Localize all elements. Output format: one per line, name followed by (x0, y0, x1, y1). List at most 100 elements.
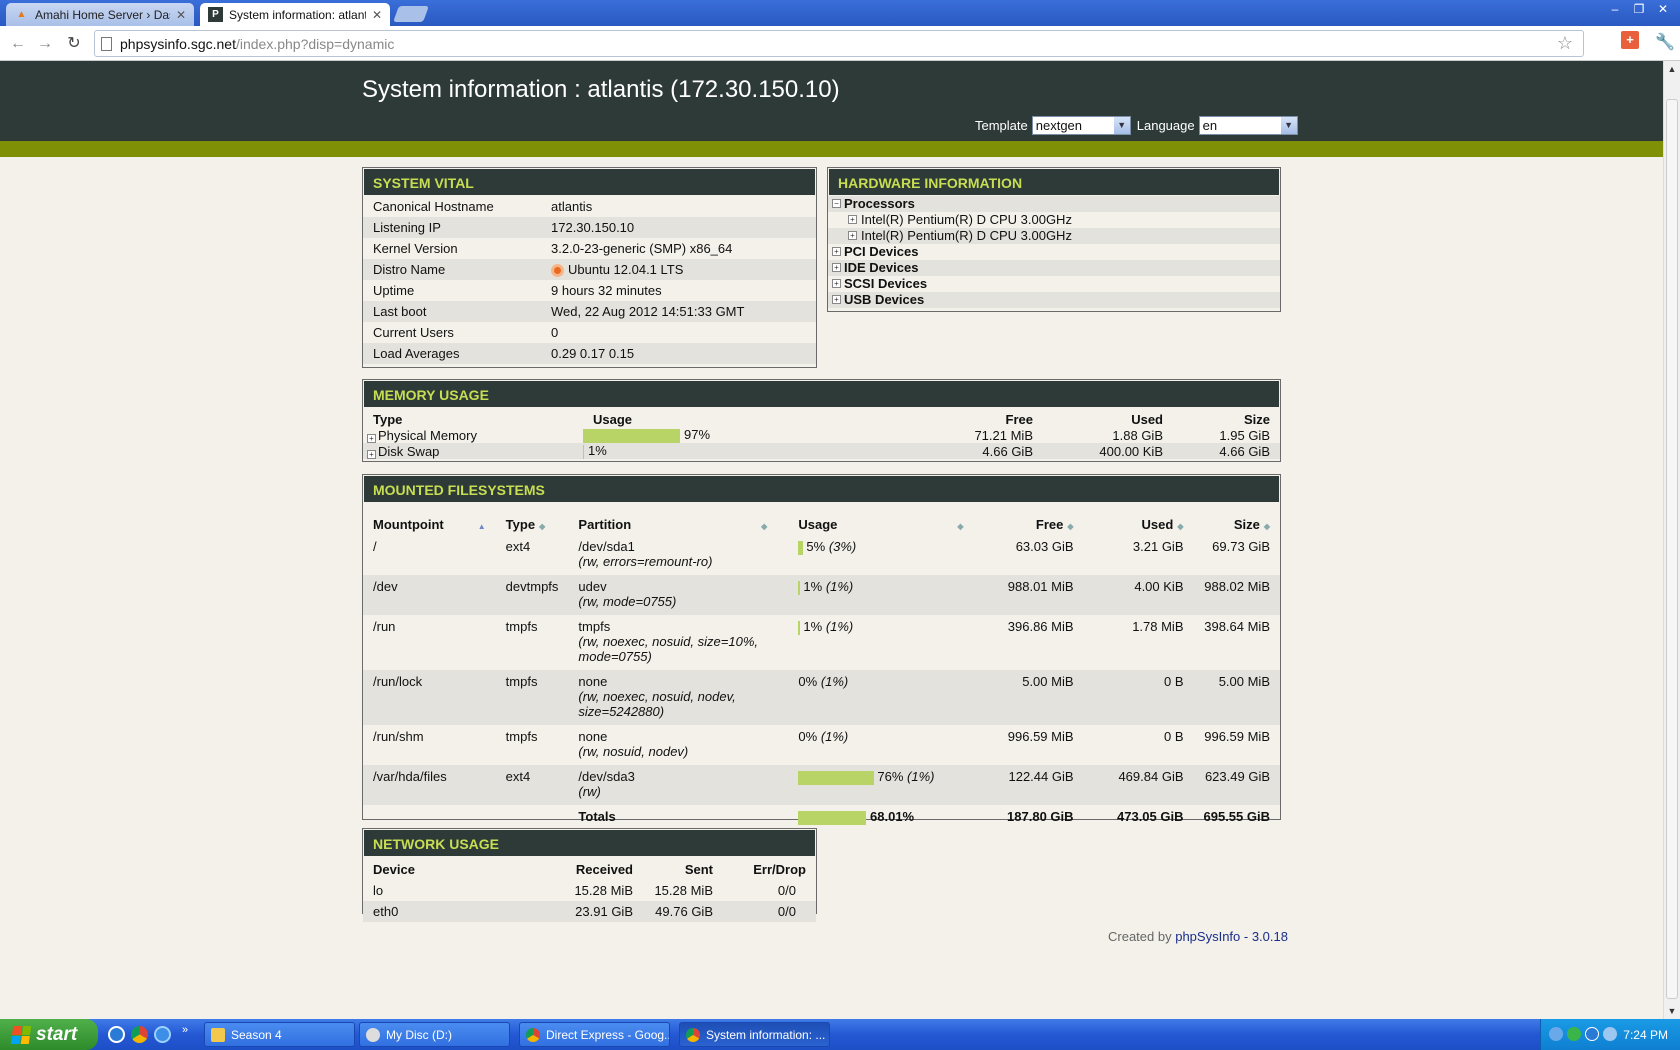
sort-icon: ◆ (957, 522, 964, 531)
scroll-up-icon[interactable]: ▲ (1664, 61, 1680, 77)
panel-title: MOUNTED FILESYSTEMS (363, 475, 1280, 503)
tray-utorrent-icon[interactable] (1585, 1027, 1599, 1041)
tree-group[interactable]: + SCSI Devices (828, 276, 1280, 292)
vital-label: Current Users (373, 325, 454, 340)
reload-icon[interactable]: ↻ (64, 34, 84, 54)
column-header-device: Device (373, 862, 415, 877)
vital-row: Load Averages 0.29 0.17 0.15 (363, 343, 816, 364)
footer-link[interactable]: phpSysInfo - 3.0.18 (1175, 929, 1288, 944)
fs-usage-inode: (1%) (820, 729, 849, 744)
column-header-errdrop: Err/Drop (753, 862, 806, 877)
restore-icon[interactable]: ❐ (1628, 1, 1650, 17)
tree-group[interactable]: + PCI Devices (828, 244, 1280, 260)
sort-ascending-icon: ▲ (477, 522, 486, 531)
start-button[interactable]: start (0, 1019, 98, 1050)
tray-network-icon[interactable] (1567, 1027, 1581, 1041)
column-header-usage[interactable]: Usage ◆ (788, 509, 973, 535)
wrench-icon[interactable]: 🔧 (1655, 32, 1675, 52)
language-label: Language (1136, 118, 1195, 133)
fs-size: 398.64 MiB (1204, 619, 1270, 634)
tree-processors[interactable]: − Processors (828, 196, 1280, 212)
fs-usage: 76% (1%) (788, 765, 973, 805)
window-controls: – ❐ ✕ (1604, 1, 1674, 17)
tree-cpu[interactable]: + Intel(R) Pentium(R) D CPU 3.00GHz (828, 228, 1280, 244)
task-season-4[interactable]: Season 4 (204, 1022, 355, 1047)
quicklaunch-more-icon[interactable]: » (182, 1024, 188, 1036)
net-errdrop: 0/0 (777, 883, 796, 898)
tray-volume-icon[interactable] (1603, 1027, 1617, 1041)
expand-icon[interactable]: + (832, 247, 841, 256)
tab-amahi[interactable]: ▲ Amahi Home Server › Dashbo ✕ (6, 3, 194, 26)
fs-mountpoint: /run/shm (373, 729, 424, 744)
fs-usage-percent: 5% (806, 539, 826, 554)
vital-value: 3.2.0-23-generic (SMP) x86_64 (541, 238, 816, 259)
tree-cpu[interactable]: + Intel(R) Pentium(R) D CPU 3.00GHz (828, 212, 1280, 228)
page-scrollbar[interactable]: ▲ ▼ (1663, 61, 1680, 1019)
vital-value: Ubuntu 12.04.1 LTS (541, 259, 816, 280)
extension-icon[interactable]: + (1621, 31, 1639, 49)
browser-tab-bar: ▲ Amahi Home Server › Dashbo ✕ P System … (0, 0, 1680, 26)
bookmark-star-icon[interactable]: ☆ (1557, 33, 1573, 54)
memory-type: + Physical Memory (363, 427, 583, 443)
windows-taskbar: start » Season 4 My Disc (D:) Direct Exp… (0, 1019, 1680, 1050)
minimize-icon[interactable]: – (1604, 1, 1626, 17)
template-select[interactable]: nextgen ▼ (1031, 116, 1131, 135)
scroll-down-icon[interactable]: ▼ (1664, 1003, 1680, 1019)
close-icon[interactable]: ✕ (372, 8, 382, 22)
task-my-disc[interactable]: My Disc (D:) (359, 1022, 510, 1047)
ie-icon[interactable] (154, 1026, 171, 1043)
expand-icon[interactable]: + (848, 231, 857, 240)
memory-type-text: Disk Swap (378, 443, 440, 459)
expand-icon[interactable]: + (832, 279, 841, 288)
fs-usage: 0% (1%) (788, 670, 973, 725)
expand-icon[interactable]: + (367, 433, 376, 443)
tree-label: PCI Devices (844, 244, 919, 259)
column-header-size[interactable]: Size ◆ (1194, 509, 1281, 535)
column-header-free[interactable]: Free ◆ (974, 509, 1084, 535)
expand-icon[interactable]: + (832, 295, 841, 304)
fs-partition-options: (rw, noexec, nosuid, nodev, size=5242880… (578, 689, 736, 719)
tab-system-information[interactable]: P System information: atlantis ( ✕ (200, 3, 390, 26)
chrome-icon[interactable] (131, 1026, 148, 1043)
tree-group[interactable]: + USB Devices (828, 292, 1280, 308)
task-label: Season 4 (231, 1027, 282, 1042)
fs-partition-name: /dev/sda3 (578, 769, 635, 784)
tree-group[interactable]: + IDE Devices (828, 260, 1280, 276)
column-header-mountpoint[interactable]: Mountpoint ▲ (363, 509, 496, 535)
language-select[interactable]: en ▼ (1198, 116, 1298, 135)
memory-row: + Physical Memory 97% 71.21 MiB 1.88 GiB 1.95… (363, 427, 1280, 443)
vital-value-text: atlantis (551, 199, 593, 214)
column-header-partition[interactable]: Partition ◆ (568, 509, 788, 535)
forward-icon[interactable]: → (35, 34, 55, 54)
vital-value: 9 hours 32 minutes (541, 280, 816, 301)
new-tab-button[interactable] (393, 6, 429, 22)
tray-app-icon[interactable] (1549, 1027, 1563, 1041)
collapse-icon[interactable]: − (832, 199, 841, 208)
panel-title: NETWORK USAGE (363, 829, 816, 857)
expand-icon[interactable]: + (832, 263, 841, 272)
column-header-used[interactable]: Used ◆ (1084, 509, 1194, 535)
scrollbar-thumb[interactable] (1666, 99, 1678, 999)
back-icon[interactable]: ← (8, 34, 28, 54)
fs-usage-inode: (1%) (825, 579, 854, 594)
utorrent-icon[interactable] (108, 1026, 125, 1043)
totals-used: 473.05 GiB (1117, 809, 1184, 824)
column-header-label: Free (1035, 517, 1064, 532)
fs-partition-name: udev (578, 579, 607, 594)
task-system-information[interactable]: System information: ... (679, 1022, 830, 1047)
panel-title: HARDWARE INFORMATION (828, 168, 1280, 196)
close-icon[interactable]: ✕ (176, 8, 186, 22)
fs-type: tmpfs (505, 619, 538, 634)
close-window-icon[interactable]: ✕ (1652, 1, 1674, 17)
column-header-label: Partition (578, 517, 632, 532)
memory-used: 400.00 KiB (1099, 443, 1163, 459)
memory-usage: 97% (583, 427, 913, 443)
expand-icon[interactable]: + (848, 215, 857, 224)
tree-label: Intel(R) Pentium(R) D CPU 3.00GHz (861, 228, 1072, 243)
column-header-type[interactable]: Type ◆ (496, 509, 569, 535)
expand-icon[interactable]: + (367, 449, 376, 459)
address-bar[interactable]: phpsysinfo.sgc.net/index.php?disp=dynami… (94, 30, 1584, 57)
mounted-filesystems-table: Mountpoint ▲ Type ◆ Partition ◆ Usage ◆ Free… (363, 509, 1280, 827)
ubuntu-icon (551, 264, 564, 278)
task-direct-express[interactable]: Direct Express - Goog... (519, 1022, 670, 1047)
